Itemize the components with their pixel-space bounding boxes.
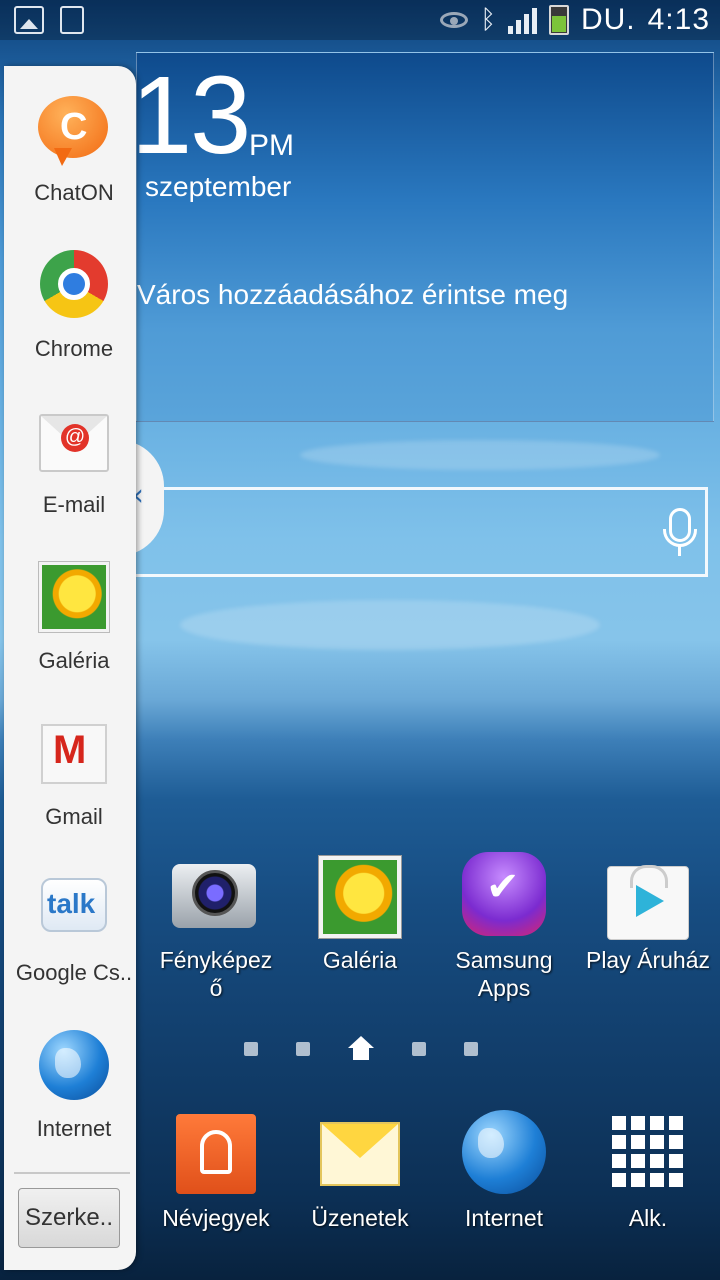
app-label: Névjegyek bbox=[162, 1205, 270, 1231]
app-gallery[interactable]: Galéria bbox=[288, 852, 432, 974]
tray-divider bbox=[14, 1172, 130, 1174]
app-camera[interactable]: Fényképez ő bbox=[144, 852, 288, 1002]
email-icon bbox=[38, 406, 110, 478]
add-city-prompt[interactable]: Város hozzáadásához érintse meg bbox=[137, 279, 568, 311]
microphone-icon[interactable] bbox=[663, 508, 697, 547]
app-label: Üzenetek bbox=[311, 1205, 409, 1231]
google-talk-icon bbox=[38, 874, 110, 946]
tray-item-internet[interactable]: Internet bbox=[8, 1030, 140, 1142]
app-label: Samsung Apps bbox=[455, 947, 553, 1001]
tray-edit-button[interactable]: Szerke.. bbox=[18, 1188, 120, 1248]
camera-icon bbox=[172, 852, 260, 940]
app-label: Fényképez ő bbox=[159, 947, 273, 1001]
tray-item-label: ChatON bbox=[34, 180, 114, 205]
play-store-icon bbox=[604, 852, 692, 940]
tray-item-chrome[interactable]: Chrome bbox=[8, 250, 140, 362]
bluetooth-icon: ᛒ bbox=[480, 5, 496, 35]
messages-icon bbox=[316, 1110, 404, 1198]
clock-date: szeptember bbox=[145, 171, 292, 202]
home-page-icon[interactable] bbox=[348, 1036, 374, 1062]
tray-item-chaton[interactable]: ChatON bbox=[8, 94, 140, 206]
internet-icon bbox=[38, 1030, 110, 1102]
page-dot[interactable] bbox=[244, 1042, 258, 1056]
tray-item-label: Galéria bbox=[38, 648, 110, 673]
app-samsung-apps[interactable]: Samsung Apps bbox=[432, 852, 576, 1002]
clock-time: 13 bbox=[131, 54, 251, 177]
tray-item-label: Gmail bbox=[45, 804, 103, 829]
app-play-store[interactable]: Play Áruház bbox=[576, 852, 720, 974]
hotseat-internet[interactable]: Internet bbox=[432, 1110, 576, 1232]
chrome-icon bbox=[38, 250, 110, 322]
hotseat-messages[interactable]: Üzenetek bbox=[288, 1110, 432, 1232]
signal-icon bbox=[507, 6, 537, 34]
cloud bbox=[180, 600, 600, 650]
image-icon bbox=[14, 6, 44, 34]
contacts-icon bbox=[172, 1110, 260, 1198]
app-label: Galéria bbox=[322, 947, 398, 973]
gallery-icon bbox=[316, 852, 404, 940]
cloud bbox=[300, 440, 660, 470]
internet-icon bbox=[460, 1110, 548, 1198]
sd-card-icon bbox=[60, 6, 84, 34]
app-label: Play Áruház bbox=[585, 947, 710, 973]
samsung-apps-icon bbox=[460, 852, 548, 940]
hotseat-apps[interactable]: Alk. bbox=[576, 1110, 720, 1232]
status-ampm: DU. bbox=[580, 3, 636, 36]
page-indicator bbox=[244, 1036, 478, 1062]
page-dot[interactable] bbox=[464, 1042, 478, 1056]
tray-item-google-talk[interactable]: Google Cs.. bbox=[8, 874, 140, 986]
google-search-bar[interactable] bbox=[136, 487, 708, 577]
page-dot[interactable] bbox=[412, 1042, 426, 1056]
status-time: 4:13 bbox=[647, 3, 710, 36]
app-label: Alk. bbox=[628, 1205, 668, 1231]
chaton-icon bbox=[38, 94, 110, 166]
tray-item-email[interactable]: E-mail bbox=[8, 406, 140, 518]
clock-ampm: PM bbox=[249, 129, 294, 162]
tray-item-label: Internet bbox=[36, 1116, 112, 1141]
eye-icon bbox=[440, 12, 469, 28]
side-app-tray: ChatON Chrome E-mail Galéria Gmail Googl… bbox=[4, 66, 136, 1270]
tray-item-gallery[interactable]: Galéria bbox=[8, 562, 140, 674]
gmail-icon bbox=[38, 718, 110, 790]
page-dot[interactable] bbox=[296, 1042, 310, 1056]
tray-item-gmail[interactable]: Gmail bbox=[8, 718, 140, 830]
microphone-stand bbox=[678, 546, 681, 556]
clock-weather-widget[interactable]: 13 PM szeptember Város hozzáadásához éri… bbox=[131, 52, 714, 422]
tray-item-label: Google Cs.. bbox=[15, 960, 133, 985]
tray-item-label: Chrome bbox=[34, 336, 114, 361]
battery-icon bbox=[548, 5, 569, 35]
tray-item-label: E-mail bbox=[42, 492, 106, 517]
gallery-icon bbox=[38, 562, 110, 634]
hotseat-contacts[interactable]: Névjegyek bbox=[144, 1110, 288, 1232]
app-label: Internet bbox=[465, 1205, 543, 1231]
status-bar: ᛒ DU. 4:13 bbox=[0, 0, 720, 40]
apps-grid-icon bbox=[604, 1110, 692, 1198]
